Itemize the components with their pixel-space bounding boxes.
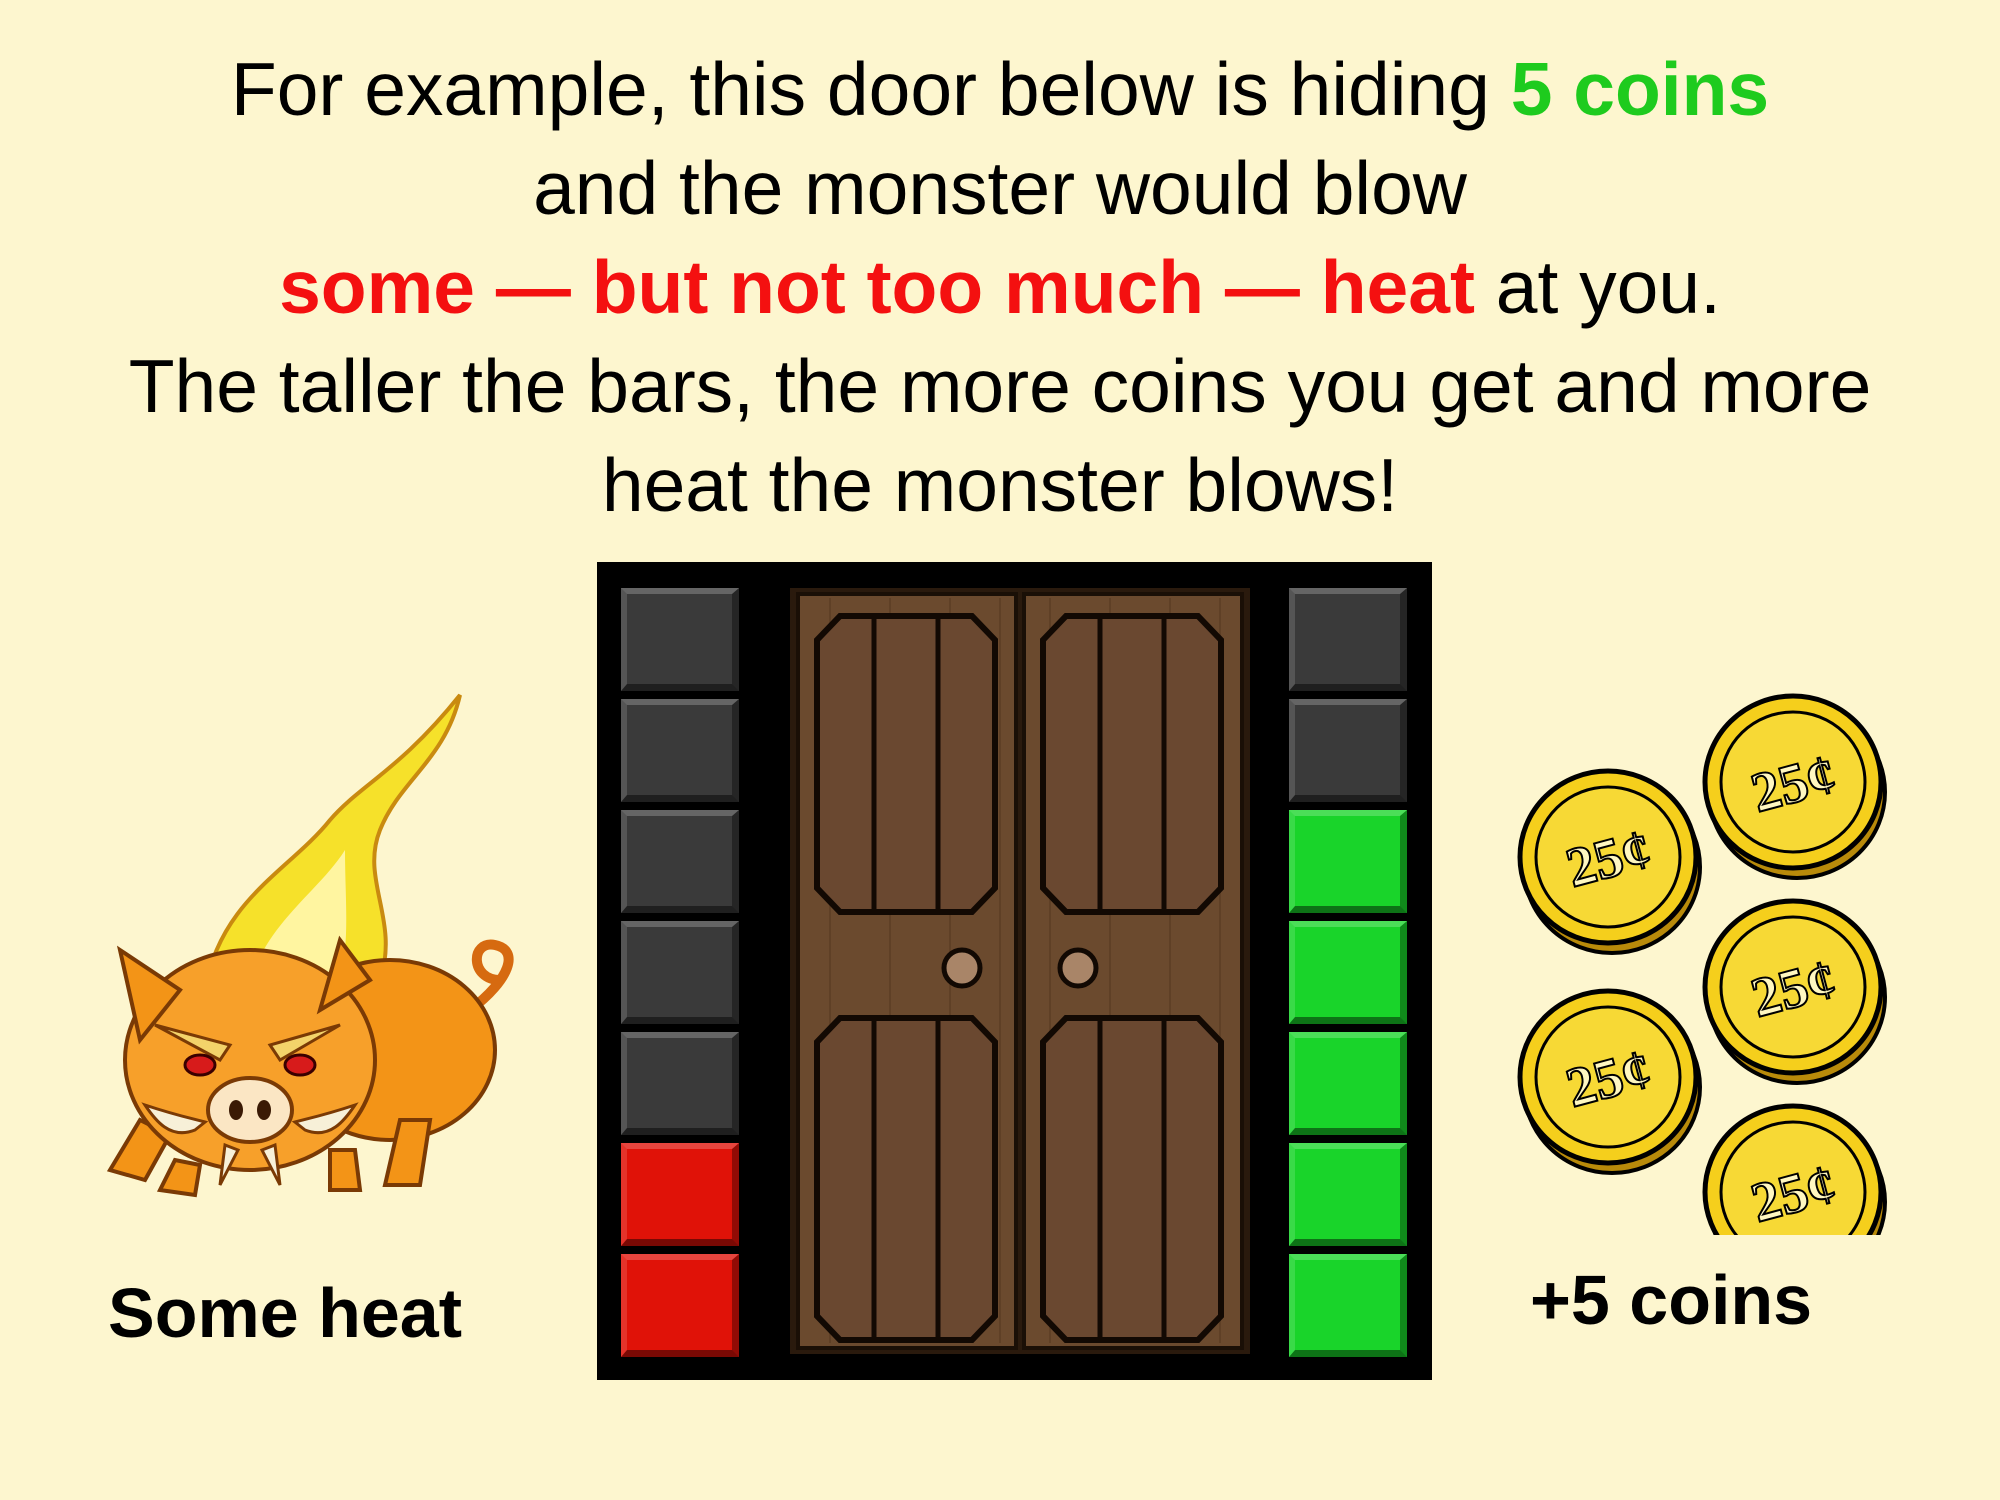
heat-bar-segment-empty xyxy=(621,1032,739,1135)
heat-highlight: some — but not too much — heat xyxy=(279,245,1475,329)
instruction-line-4: The taller the bars, the more coins you … xyxy=(128,344,1872,428)
instructions-text: For example, this door below is hiding 5… xyxy=(0,40,2000,535)
coin-icon: 25¢ xyxy=(1517,988,1702,1175)
instruction-text: For example, this door below is hiding xyxy=(230,47,1511,131)
coin-bar-segment-filled xyxy=(1289,1032,1407,1135)
coins-pile: 25¢ 25¢ 25¢ 25¢ 25¢ xyxy=(1505,595,1905,1290)
heat-caption: Some heat xyxy=(108,1274,462,1352)
door-panel[interactable] xyxy=(597,562,1432,1380)
coins-highlight: 5 coins xyxy=(1510,47,1770,131)
coin-bar-segment-empty xyxy=(1289,699,1407,802)
coin-bar-segment-filled xyxy=(1289,810,1407,913)
monster-pig-icon xyxy=(100,690,540,1205)
coin-icon: 25¢ xyxy=(1517,768,1702,955)
coin-icon: 25¢ xyxy=(1702,1103,1887,1290)
instruction-line-1: For example, this door below is hiding 5… xyxy=(0,40,2000,139)
coin-bar-segment-empty xyxy=(1289,588,1407,691)
double-door-icon xyxy=(790,588,1250,1354)
coin-bar-segment-filled xyxy=(1289,1254,1407,1357)
heat-bar-segment-empty xyxy=(621,588,739,691)
instruction-line-3: some — but not too much — heat at you. xyxy=(0,238,2000,337)
coin-icon: 25¢ xyxy=(1702,898,1887,1085)
instruction-line-2: and the monster would blow xyxy=(533,146,1467,230)
heat-bar-segment-filled xyxy=(621,1143,739,1246)
heat-bar-segment-empty xyxy=(621,810,739,913)
coin-bar-segment-filled xyxy=(1289,1143,1407,1246)
coin-icon: 25¢ xyxy=(1702,693,1887,880)
instruction-line-5: heat the monster blows! xyxy=(601,443,1399,527)
heat-bar-segment-filled xyxy=(621,1254,739,1357)
coins-caption: +5 coins xyxy=(1530,1261,1813,1339)
coin-bar-segment-filled xyxy=(1289,921,1407,1024)
heat-bar-segment-empty xyxy=(621,921,739,1024)
instruction-text: at you. xyxy=(1474,245,1721,329)
heat-bar-segment-empty xyxy=(621,699,739,802)
